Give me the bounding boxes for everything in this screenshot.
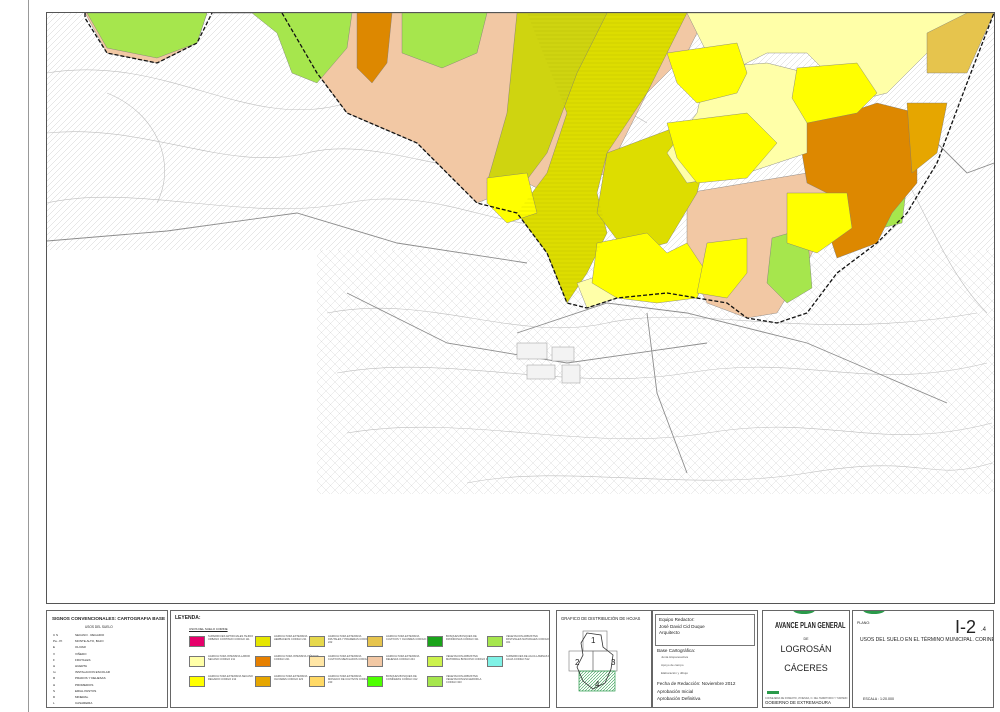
sheet-1-label: 1 [591, 636, 596, 645]
signos-label: OLIVAR [75, 645, 86, 650]
aprobacion-definitiva: Aprobación Definitiva [657, 696, 701, 701]
legend-swatch [427, 676, 443, 687]
empty-sheet-area-bottom [317, 494, 994, 603]
legend-swatch [309, 636, 325, 647]
equipo-box: Equipo Redactor: José David Cid Duque Ar… [655, 614, 755, 646]
provincia-name: CÁCERES [784, 663, 828, 673]
junta-logo-icon [767, 691, 779, 694]
legend-label: SUPERFICIES DE AGUA LAMINAS DE AGUA CODI… [506, 655, 550, 661]
legend-swatch [189, 676, 205, 687]
plano-panel: PLANO: I-2 .4 USOS DEL SUELO EN EL TÉRMI… [852, 610, 994, 708]
legend-label: BOSQUES BOSQUES DE CONIFERAS CODIGO 312 [386, 675, 418, 681]
signos-code: S [53, 688, 56, 693]
legend-swatch [255, 636, 271, 647]
signos-subtitle: USOS DEL SUELO [85, 625, 113, 629]
signos-code: F [53, 657, 55, 662]
base-line-3: Elaboración y dibujo [661, 671, 689, 675]
signos-code: R [53, 676, 56, 681]
titulo-panel: AVANCE PLAN GENERAL DE LOGROSÁN CÁCERES … [762, 610, 850, 708]
legend-swatch [487, 656, 503, 667]
legend-label: AGRICULTURA INTENSIVA LABOR SECANO CODIG… [208, 655, 250, 661]
signos-label: INSTALACION ESCOLAR [75, 670, 110, 675]
escala-text: ESCALA : 1:20.000 [863, 697, 894, 701]
map-frame[interactable] [46, 12, 995, 604]
legend-label: VEGETACION ARBUSTIVA MATORRAL BOSCOSO CO… [446, 655, 491, 661]
legend-label: SUPERFICIES ARTIFICIALES TEJIDO URBANO C… [208, 635, 254, 641]
legend-label: VEGETACION ARBUSTIVA PASTIZALES NATURALE… [506, 635, 549, 644]
legend-label: BOSQUES BOSQUES DE FRONDOSAS CODIGO 311 [446, 635, 479, 641]
equipo-name: José David Cid Duque [659, 624, 705, 629]
logo-green-shape-2 [863, 611, 885, 614]
map-canvas [47, 13, 994, 603]
base-line-2: Apoyo de campo [661, 663, 684, 667]
legend-label: VEGETACION ARBUSTIVA VEGETACION ESCLEROF… [446, 675, 482, 684]
sheet-distribution-diagram: 1 2 3 4 [568, 630, 618, 692]
plano-description: USOS DEL SUELO EN EL TÉRMINO MUNICIPAL. … [860, 637, 994, 643]
legend-swatch [309, 676, 325, 687]
plano-sub: .4 [981, 627, 987, 633]
legend-swatch [427, 656, 443, 667]
gobierno-text: GOBIERNO DE EXTREMADURA [765, 700, 831, 705]
signos-code: H [53, 664, 56, 668]
legend-swatch [487, 636, 503, 647]
legend-swatch [309, 656, 325, 667]
base-label: Base Cartográfica: [657, 648, 696, 653]
leyenda-title: LEYENDA: [175, 615, 201, 621]
signos-label: VIÑEDO [75, 651, 87, 656]
legend-swatch [189, 656, 205, 667]
empty-sheet-area [47, 250, 317, 603]
legend-swatch [255, 676, 271, 687]
signos-label: FRUTALES [75, 657, 91, 662]
legend-label: AGRICULTURA EXTENSIVA SECANO REGADIO COD… [208, 675, 253, 681]
signos-code: V [53, 651, 56, 656]
logo-green-shape [793, 611, 815, 614]
sheet-3-label: 3 [611, 658, 616, 667]
sheet-2-label: 2 [575, 658, 580, 667]
legend-swatch [189, 636, 205, 647]
signos-code: E [53, 645, 56, 650]
aprobacion-inicial: Aprobación Inicial [657, 689, 694, 694]
avance-de: DE [803, 637, 809, 641]
legend-swatch [367, 636, 383, 647]
sheet-margin-line [28, 0, 29, 712]
signos-label: CASAREIRA [75, 701, 93, 706]
sheet-2-frame [568, 650, 594, 672]
legend-label: AGRICULTURA EXTENSIVA CULTIVOS Y OLIVARE… [386, 635, 431, 641]
signos-code: Pa - Pt [53, 639, 63, 644]
fecha-redaccion: Fecha de Redacción: Noviembre 2012 [657, 681, 736, 686]
signos-code: H [53, 682, 56, 687]
signos-code: Iu [53, 670, 56, 675]
legend-swatch [427, 636, 443, 647]
signos-code: D [53, 695, 56, 699]
grafico-panel: GRAFICO DE DISTRIBUCIÓN DE HOJAS 1 2 3 4 [556, 610, 652, 708]
base-line-1: Junta Hispanoactiva [661, 655, 689, 659]
leyenda-subtitle: USOS DEL SUELO CORINE [189, 627, 228, 631]
signos-label: HUERTA [75, 664, 88, 668]
equipo-panel: Equipo Redactor: José David Cid Duque Ar… [652, 610, 758, 708]
signos-label: MINERAL [75, 695, 89, 699]
plano-number: I-2 [955, 617, 977, 637]
legend-swatch [255, 656, 271, 667]
signos-label: SECANO · REGADIO [75, 633, 105, 637]
avance-title: AVANCE PLAN GENERAL [775, 621, 846, 630]
plano-label: PLANO: [857, 621, 871, 625]
legend-swatch [367, 656, 383, 667]
leyenda-panel: LEYENDA: USOS DEL SUELO CORINE SUPERFICI… [170, 610, 550, 708]
signos-label: PROMEDIOS [75, 682, 94, 687]
signos-label: PRADOS Y DEHESAS [75, 676, 106, 681]
signos-label: ERIAL PASTOS [75, 688, 97, 693]
signos-title: SIGNOS CONVENCIONALES: CARTOGRAFIA BASE [52, 616, 166, 621]
sheet-4-label: 4 [595, 680, 600, 689]
equipo-role: Arquitecto [659, 630, 680, 635]
signos-label: MONTE ALTO, BAJO [75, 639, 104, 644]
signos-panel: SIGNOS CONVENCIONALES: CARTOGRAFIA BASE … [46, 610, 168, 708]
equipo-label: Equipo Redactor: [659, 617, 695, 622]
signos-code: C S [53, 633, 59, 637]
legend-swatch [367, 676, 383, 687]
municipio-name: LOGROSÁN [780, 644, 832, 654]
legend-label: AGRICULTURA EXTENSIVA DEHESAS CODIGO 244 [386, 655, 420, 661]
signos-code: L [53, 701, 55, 706]
